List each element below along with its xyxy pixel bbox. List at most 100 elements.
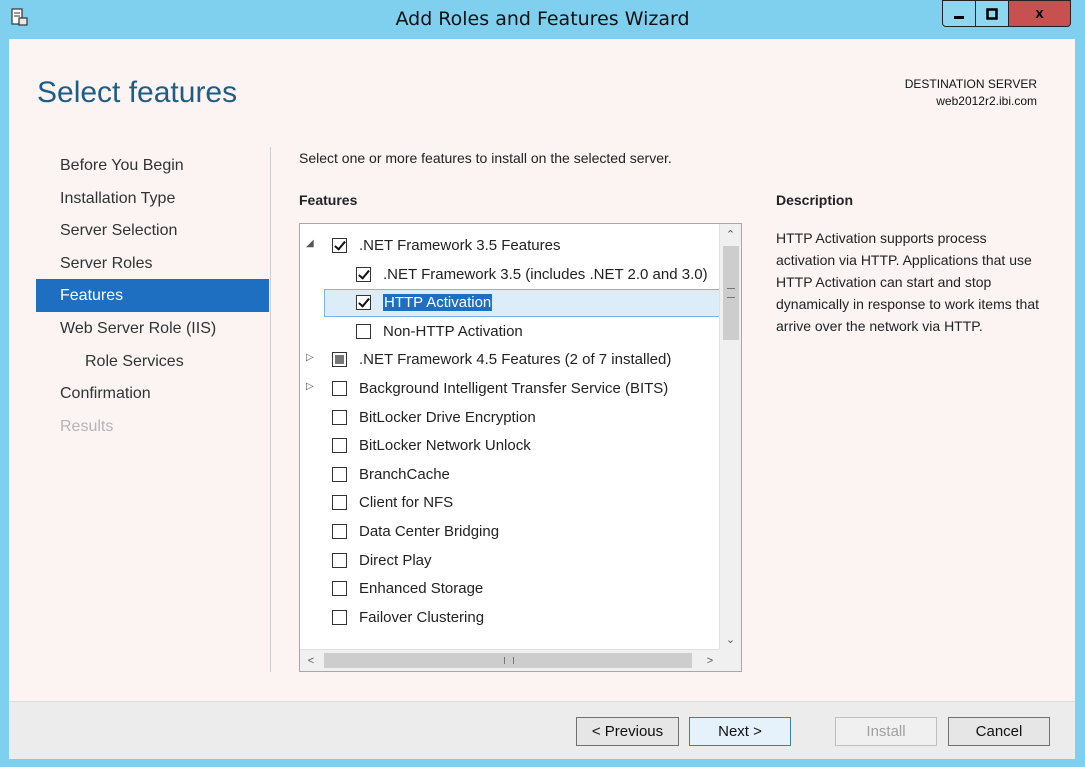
description-heading: Description (776, 192, 854, 208)
feature-label-text: HTTP Activation (383, 294, 493, 312)
feature-row[interactable]: BranchCache (300, 461, 718, 490)
feature-label-text: Non-HTTP Activation (383, 322, 523, 340)
scroll-corner (719, 649, 741, 671)
feature-checkbox[interactable] (332, 438, 347, 454)
destination-label: DESTINATION SERVER (904, 77, 1037, 91)
feature-label-text: .NET Framework 3.5 Features (359, 237, 561, 254)
feature-checkbox[interactable] (332, 495, 347, 511)
nav-step-role-services[interactable]: Role Services (36, 345, 269, 378)
grip-icon (504, 657, 514, 664)
next-button[interactable]: Next > (689, 717, 791, 746)
scroll-right-button[interactable]: > (699, 650, 721, 671)
feature-label-text: Direct Play (359, 551, 432, 569)
chevron-down-icon: ⌄ (725, 633, 736, 646)
feature-checkbox[interactable] (332, 380, 347, 396)
nav-step-server-roles[interactable]: Server Roles (36, 247, 269, 280)
nav-step-confirmation[interactable]: Confirmation (36, 377, 269, 410)
feature-label-text: Enhanced Storage (359, 580, 484, 598)
feature-checkbox[interactable] (332, 609, 347, 625)
feature-row[interactable]: ◢ .NET Framework 3.5 Features (300, 232, 718, 261)
feature-label-text: .NET Framework 4.5 Features (2 of 7 inst… (359, 351, 672, 369)
feature-label-text: .NET Framework 3.5 (includes .NET 2.0 an… (383, 265, 708, 283)
feature-row[interactable]: BitLocker Network Unlock (300, 432, 718, 461)
feature-label: BranchCache (359, 466, 450, 483)
chevron-left-icon: < (307, 654, 315, 667)
feature-label: Client for NFS (359, 494, 453, 511)
title-bar[interactable]: Add Roles and Features Wizard x (0, 0, 1085, 39)
feature-label: .NET Framework 4.5 Features (2 of 7 inst… (359, 351, 671, 368)
feature-row[interactable]: Non-HTTP Activation (300, 318, 718, 347)
feature-row[interactable]: ▷ .NET Framework 4.5 Features (2 of 7 ins… (300, 346, 718, 375)
nav-step-web-server-role[interactable]: Web Server Role (IIS) (36, 312, 269, 345)
destination-server-info: DESTINATION SERVER web2012r2.ibi.com (905, 76, 1037, 110)
feature-label-text: Failover Clustering (359, 608, 485, 626)
feature-checkbox[interactable] (332, 238, 347, 253)
feature-checkbox[interactable] (332, 552, 347, 568)
nav-step-features[interactable]: Features (36, 279, 269, 312)
feature-checkbox[interactable] (332, 352, 347, 368)
feature-label: Background Intelligent Transfer Service … (359, 380, 668, 397)
maximize-icon (986, 7, 998, 20)
scroll-up-button[interactable]: ⌃ (720, 224, 741, 244)
vertical-scrollbar[interactable]: ⌃ ⌄ (719, 224, 741, 649)
minimize-icon (954, 15, 964, 19)
feature-label-text: BranchCache (359, 465, 450, 483)
feature-row[interactable]: .NET Framework 3.5 (includes .NET 2.0 an… (300, 261, 718, 290)
feature-checkbox[interactable] (332, 581, 347, 597)
nav-step-results: Results (60, 417, 114, 435)
nav-step-before-you-begin[interactable]: Before You Begin (36, 149, 269, 182)
feature-row[interactable]: ▷ Background Intelligent Transfer Service… (300, 375, 718, 404)
feature-label: .NET Framework 3.5 (includes .NET 2.0 an… (383, 266, 708, 283)
feature-row[interactable]: BitLocker Drive Encryption (300, 404, 718, 433)
destination-server-name: web2012r2.ibi.com (936, 94, 1037, 108)
features-list: ◢ .NET Framework 3.5 Features .NET Framewo… (300, 232, 720, 633)
horizontal-scroll-thumb[interactable] (324, 653, 692, 668)
cancel-button[interactable]: Cancel (948, 717, 1050, 746)
feature-row[interactable]: Direct Play (300, 547, 718, 576)
collapsed-triangle-icon[interactable]: ▷ (306, 353, 316, 363)
feature-label: Enhanced Storage (359, 580, 483, 597)
instruction-text: Select one or more features to install o… (299, 150, 672, 166)
collapsed-triangle-icon[interactable]: ▷ (306, 381, 316, 392)
wizard-steps-nav: Before You Begin Installation Type Serve… (36, 149, 269, 442)
feature-label: .NET Framework 3.5 Features (359, 237, 560, 254)
close-button[interactable]: x (1009, 0, 1071, 27)
feature-checkbox[interactable] (332, 409, 347, 425)
feature-checkbox[interactable] (332, 523, 347, 539)
minimize-button[interactable] (942, 0, 976, 27)
nav-step-installation-type[interactable]: Installation Type (36, 182, 269, 215)
feature-row[interactable]: Client for NFS (300, 489, 718, 518)
feature-row[interactable]: Failover Clustering (300, 604, 718, 633)
feature-row[interactable]: Data Center Bridging (300, 518, 718, 547)
page-title: Select features (37, 76, 238, 109)
nav-divider (270, 147, 271, 672)
feature-label-text: Client for NFS (359, 494, 454, 512)
previous-button[interactable]: < Previous (576, 717, 679, 746)
feature-label: Failover Clustering (359, 609, 484, 626)
wizard-content: Select features DESTINATION SERVER web20… (9, 39, 1075, 759)
scroll-down-button[interactable]: ⌄ (720, 629, 741, 649)
expanded-triangle-icon[interactable]: ◢ (306, 239, 316, 249)
features-tree[interactable]: ◢ .NET Framework 3.5 Features .NET Framewo… (299, 223, 742, 672)
feature-row[interactable]: Enhanced Storage (300, 575, 718, 604)
feature-label-text: BitLocker Network Unlock (359, 437, 531, 455)
grip-icon (727, 288, 735, 298)
feature-label: Non-HTTP Activation (383, 323, 523, 340)
feature-label: Data Center Bridging (359, 523, 499, 540)
nav-step-server-selection[interactable]: Server Selection (36, 214, 269, 247)
chevron-right-icon: > (706, 654, 714, 667)
install-button: Install (835, 717, 937, 746)
description-text: HTTP Activation supports process activat… (776, 230, 1039, 334)
chevron-up-icon: ⌃ (725, 228, 736, 241)
feature-row[interactable]: HTTP Activation (300, 289, 720, 318)
scroll-left-button[interactable]: < (300, 650, 322, 671)
close-icon: x (1035, 5, 1044, 22)
maximize-button[interactable] (976, 0, 1009, 27)
feature-label-text: Background Intelligent Transfer Service … (359, 379, 669, 397)
feature-checkbox[interactable] (332, 466, 347, 482)
vertical-scroll-thumb[interactable] (723, 246, 739, 340)
horizontal-scrollbar[interactable]: < > (300, 649, 721, 671)
feature-checkbox[interactable] (356, 323, 371, 339)
feature-checkbox[interactable] (356, 295, 371, 311)
feature-checkbox[interactable] (356, 266, 371, 282)
